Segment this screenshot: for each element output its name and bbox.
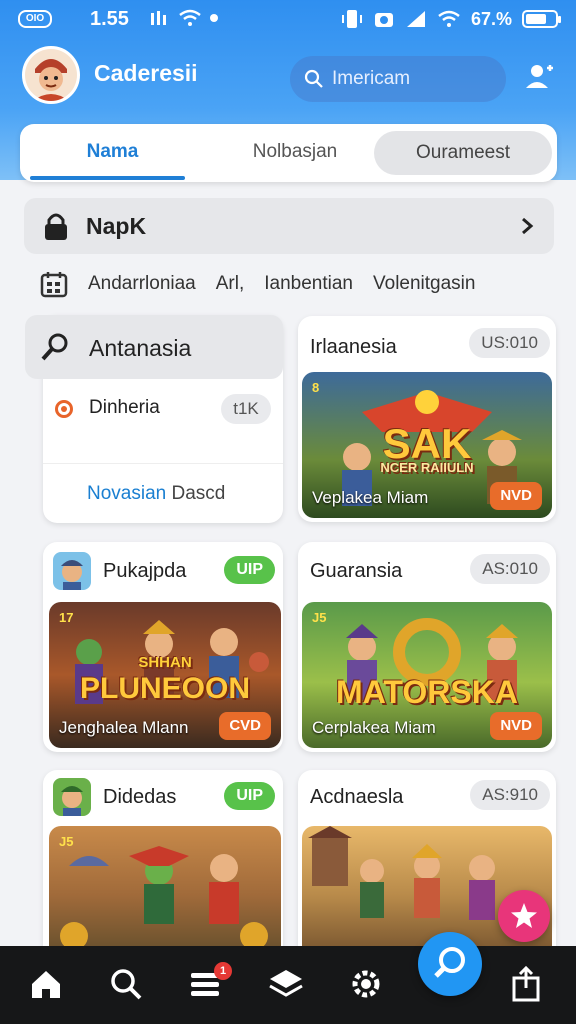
game-icon (53, 552, 91, 590)
art-tag: 8 (312, 380, 320, 395)
art-tag: J5 (59, 834, 74, 849)
filter-item-4[interactable]: Volenitgasin (373, 273, 475, 295)
filter-item-1[interactable]: Andarrloniaa (88, 273, 196, 295)
search-placeholder: Imericam (332, 68, 411, 89)
lock-icon (45, 213, 67, 240)
radio-icon (55, 400, 73, 418)
character-icon (61, 786, 83, 816)
status-pill: OIO (18, 10, 52, 28)
card-badge: UIP (224, 556, 275, 584)
character-avatar-icon (25, 49, 77, 101)
card-title: Irlaanesia (310, 336, 397, 358)
art-title: PLUNEOON (79, 672, 250, 705)
art-badge: NVD (490, 712, 542, 740)
menu-item-badge: t1K (221, 394, 271, 424)
game-art-scene-icon (60, 846, 268, 950)
filter-row: Andarrloniaa Arl, Ianbentian Volenitgasi… (40, 268, 560, 300)
menu-head[interactable]: Antanasia (25, 315, 283, 379)
card-title: Didedas (103, 786, 177, 808)
chevron-right-icon (522, 217, 534, 235)
game-card-guaransia[interactable]: Guaransia AS:010 J5 MATORSKA Cerplakea M… (298, 542, 556, 752)
favorite-button[interactable] (498, 890, 550, 942)
status-right-icons: 67.% (341, 8, 561, 30)
tab-nama[interactable]: Nama (30, 124, 195, 182)
card-title: Acdnaesla (310, 786, 404, 808)
art-title-top: SHHAN (138, 654, 192, 671)
dot-icon (210, 14, 218, 22)
star-icon (511, 903, 537, 928)
signal-icon (151, 11, 166, 25)
tab-nolbasjan[interactable]: Nolbasjan (205, 124, 385, 182)
menu-head-label: Antanasia (89, 335, 192, 361)
search-icon (304, 69, 323, 88)
search-input[interactable]: Imericam (290, 56, 506, 102)
card-title: Guaransia (310, 560, 403, 582)
divider (43, 463, 283, 464)
layers-icon[interactable] (266, 964, 306, 1004)
art-tag: 17 (59, 610, 74, 625)
game-card-pukajpda[interactable]: Pukajpda UIP 17 SHHAN PLUNEOON Jenghalea… (43, 542, 283, 752)
card-badge: US:010 (469, 328, 550, 358)
art-badge: CVD (219, 712, 271, 740)
art-tag: J5 (312, 610, 327, 625)
menu-footer-link[interactable]: Novasian Dascd (87, 483, 225, 505)
game-card-didedas[interactable]: Didedas UIP J5 (43, 770, 283, 960)
character-icon (61, 560, 83, 590)
art-caption: Veplakea Miam (312, 488, 429, 507)
magnifier-tool-icon (41, 333, 68, 361)
search-icon (434, 947, 465, 978)
napk-row[interactable]: NapK (24, 198, 554, 254)
status-bar: OIO 1.55 67.% (0, 0, 576, 40)
share-icon[interactable] (506, 964, 546, 1004)
status-time: 1.55 (90, 8, 129, 30)
art-subtitle: NCER RAIIULN (380, 460, 474, 475)
search-icon[interactable] (106, 964, 146, 1004)
filter-item-3[interactable]: Ianbentian (264, 273, 353, 295)
settings-icon[interactable] (346, 964, 386, 1004)
menu-footer-b: Dascd (171, 483, 226, 504)
search-fab[interactable] (418, 932, 482, 996)
game-icon (53, 778, 91, 816)
game-card-irlaanesia[interactable]: Irlaanesia US:010 8 SAK NCER RAIIULN Vep… (298, 316, 556, 522)
wifi-strength-icon (438, 10, 460, 27)
card-badge: AS:010 (470, 554, 550, 584)
game-art: J5 MATORSKA Cerplakea Miam NVD (302, 602, 552, 748)
battery-percent: 67.% (470, 8, 512, 29)
art-title: MATORSKA (336, 674, 518, 710)
game-art: J5 (49, 826, 281, 960)
filter-item-2[interactable]: Arl, (216, 273, 245, 295)
game-art: 8 SAK NCER RAIIULN Veplakea Miam NVD (302, 372, 552, 518)
napk-label: NapK (86, 213, 147, 239)
tab-ourameest[interactable]: Ourameest (374, 131, 552, 175)
card-title: Pukajpda (103, 560, 187, 582)
profile-avatar[interactable] (22, 46, 80, 104)
status-left-icons (150, 9, 220, 27)
menu-footer-a: Novasian (87, 483, 167, 504)
game-art: 17 SHHAN PLUNEOON Jenghalea Mlann CVD (49, 602, 281, 748)
bottom-nav (0, 946, 576, 1024)
notification-badge: 1 (214, 962, 232, 980)
tab-bar: Nama Nolbasjan Ourameest (20, 124, 557, 182)
menu-item-label[interactable]: Dinheria (89, 397, 160, 419)
wifi-icon (179, 9, 201, 26)
card-badge: UIP (224, 782, 275, 810)
art-badge: NVD (490, 482, 542, 510)
camera-icon (374, 13, 393, 27)
home-icon[interactable] (26, 964, 66, 1004)
add-user-icon[interactable] (524, 62, 554, 92)
vibrate-icon (341, 10, 362, 28)
battery-icon (522, 10, 561, 28)
art-caption: Cerplakea Miam (312, 718, 436, 737)
cell-signal-icon (406, 11, 425, 27)
app-title: Caderesii (94, 60, 198, 86)
menu-card: Antanasia Dinheria t1K Novasian Dascd (25, 315, 283, 523)
card-badge: AS:910 (470, 780, 550, 810)
calendar-icon (40, 272, 68, 298)
art-caption: Jenghalea Mlann (59, 718, 189, 737)
